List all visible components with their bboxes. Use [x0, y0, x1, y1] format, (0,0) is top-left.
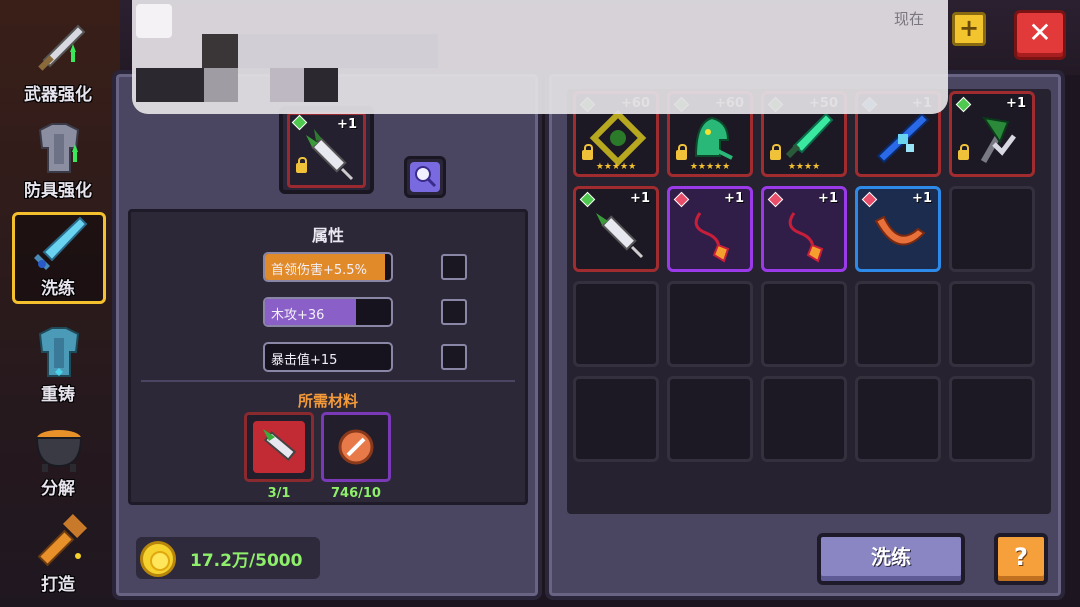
wash-button[interactable]: 洗练: [817, 533, 965, 585]
attribute-lock-checkbox-0[interactable]: [441, 254, 467, 280]
star-rating: ★★★★★: [595, 162, 637, 172]
leaf-blade-icon: [785, 112, 834, 159]
empty-inventory-slot[interactable]: [761, 281, 847, 367]
blurred-pixel: [136, 68, 204, 102]
fire-whip-icon: [788, 212, 824, 263]
inventory-panel: +60★★★★★+60★★★★★+50★★★★+1+1+1+1+1+1 洗练 ?: [545, 70, 1065, 600]
attribute-bar-1: 木攻+36: [263, 297, 393, 327]
close-button[interactable]: ✕: [1014, 10, 1066, 60]
attribute-text-2: 暴击值+15: [271, 353, 338, 368]
lock-icon: [676, 144, 687, 160]
lock-icon: [582, 144, 593, 160]
empty-inventory-slot[interactable]: [949, 281, 1035, 367]
vine-axe-icon: [980, 116, 1016, 163]
ice-sword-icon: [876, 112, 930, 164]
nav-label: 打造: [41, 575, 75, 595]
lock-icon: [770, 144, 781, 160]
material-count-1: 746/10: [331, 486, 381, 501]
recast-armor-icon: [38, 327, 80, 377]
attribute-lock-checkbox-2[interactable]: [441, 344, 467, 370]
inventory-grid: +60★★★★★+60★★★★★+50★★★★+1+1+1+1+1+1: [567, 89, 1051, 514]
selected-item-frame: +1: [287, 112, 366, 188]
empty-inventory-slot[interactable]: [573, 281, 659, 367]
refine-panel: +1 属性 首领伤害+5.5% 木攻+36 暴击值+15 所需材料 3/1 74…: [112, 70, 542, 600]
inventory-slot[interactable]: +1: [573, 186, 659, 272]
inspect-button[interactable]: [404, 156, 446, 198]
fire-orb-icon: [338, 429, 374, 465]
inventory-slot[interactable]: +1: [667, 186, 753, 272]
app-icon: [136, 4, 172, 38]
lock-icon: [296, 157, 307, 173]
attributes-box: 属性 首领伤害+5.5% 木攻+36 暴击值+15 所需材料 3/1 746/1…: [128, 209, 528, 505]
cauldron-icon: [35, 430, 83, 472]
nav-item-recast[interactable]: 重铸: [8, 320, 108, 410]
nav-item-decompose[interactable]: 分解: [8, 414, 108, 504]
crystal-sword-icon: [34, 216, 88, 270]
gold-coin-icon: [140, 541, 176, 577]
blurred-pixel: [202, 34, 238, 68]
inventory-slot[interactable]: +1: [761, 186, 847, 272]
attributes-title: 属性: [311, 226, 344, 245]
empty-inventory-slot[interactable]: [667, 376, 753, 462]
syringe-material-icon: [253, 421, 305, 473]
divider: [141, 380, 515, 382]
empty-inventory-slot[interactable]: [949, 376, 1035, 462]
nav-item-weapon-upgrade[interactable]: 武器强化: [8, 20, 108, 110]
empty-inventory-slot[interactable]: [667, 281, 753, 367]
nav-label: 防具强化: [24, 181, 92, 201]
blurred-pixel: [304, 68, 338, 102]
fire-whip-icon: [694, 212, 730, 263]
materials-title: 所需材料: [297, 392, 358, 410]
star-rating: ★★★★★: [689, 162, 731, 172]
star-rating: ★★★★: [787, 162, 821, 172]
thorn-ring-icon: [589, 109, 647, 167]
nav-item-reforge-wash[interactable]: 洗练: [8, 212, 108, 304]
armor-upgrade-icon: [38, 123, 80, 173]
syringe-icon: [306, 129, 354, 181]
lock-icon: [958, 144, 969, 160]
empty-inventory-slot[interactable]: [949, 186, 1035, 272]
nav-item-armor-upgrade[interactable]: 防具强化: [8, 116, 108, 206]
blurred-pixel: [238, 34, 438, 68]
system-notification[interactable]: 现在: [132, 0, 948, 114]
syringe-icon: [596, 213, 644, 259]
nav-label: 武器强化: [24, 85, 92, 105]
notification-time: 现在: [893, 10, 924, 28]
inventory-slot[interactable]: +1: [949, 91, 1035, 177]
sword-upgrade-icon: [38, 24, 86, 71]
attribute-bar-2: 暴击值+15: [263, 342, 393, 372]
blurred-pixel: [204, 68, 238, 102]
add-button[interactable]: +: [952, 12, 986, 46]
snake-helm-icon: [694, 116, 733, 160]
help-button[interactable]: ?: [994, 533, 1048, 585]
empty-inventory-slot[interactable]: [761, 376, 847, 462]
nav-item-craft[interactable]: 打造: [8, 510, 108, 600]
empty-inventory-slot[interactable]: [855, 281, 941, 367]
blurred-pixel: [270, 68, 304, 102]
empty-inventory-slot[interactable]: [573, 376, 659, 462]
empty-inventory-slot[interactable]: [855, 376, 941, 462]
currency-display: 17.2万/5000: [136, 537, 320, 579]
material-slot-1[interactable]: [321, 412, 391, 482]
attribute-text-0: 首领伤害+5.5%: [271, 263, 367, 278]
attribute-bar-0: 首领伤害+5.5%: [263, 252, 393, 282]
nav-label: 分解: [41, 479, 75, 499]
selected-item-slot[interactable]: +1: [279, 106, 374, 194]
boomerang-icon: [874, 215, 926, 246]
nav-label: 重铸: [41, 385, 75, 405]
attribute-lock-checkbox-1[interactable]: [441, 299, 467, 325]
attribute-text-1: 木攻+36: [271, 308, 325, 323]
hammer-craft-icon: [37, 513, 88, 567]
currency-amount: 17.2万/5000: [190, 551, 303, 571]
nav-label: 洗练: [41, 279, 75, 299]
material-slot-0[interactable]: [244, 412, 314, 482]
magnifier-icon: [410, 162, 440, 192]
inventory-slot[interactable]: +1: [855, 186, 941, 272]
